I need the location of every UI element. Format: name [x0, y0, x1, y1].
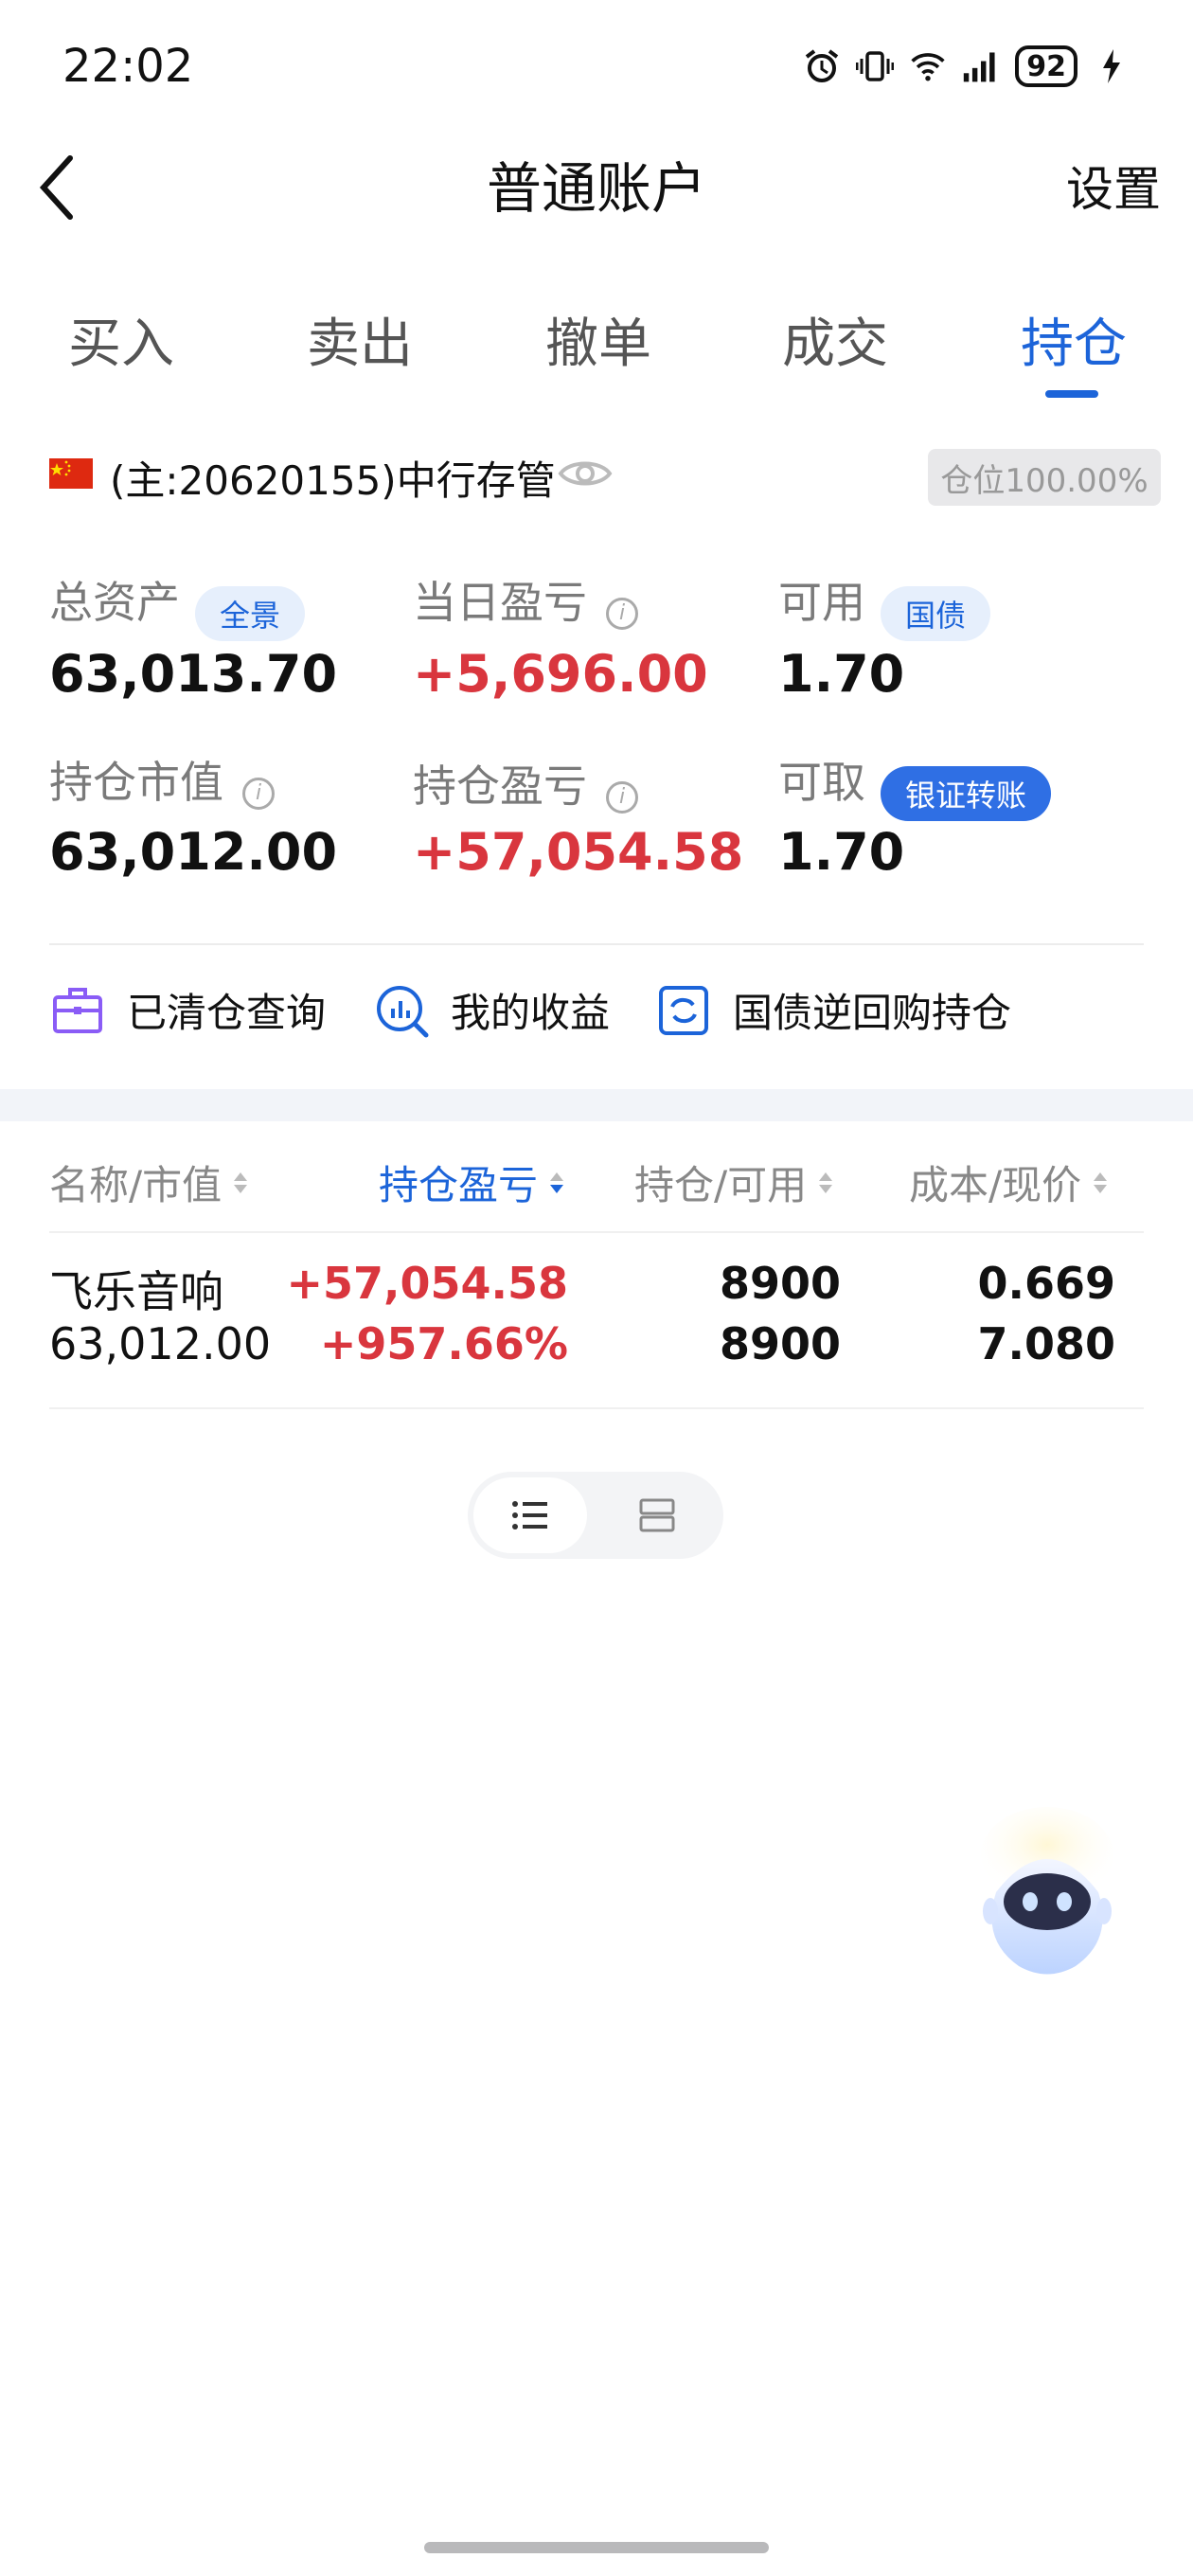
available-block: 可用 国债 — [778, 568, 991, 641]
tab-cancel[interactable]: 撤单 — [545, 301, 651, 378]
available-label: 可用 — [778, 577, 865, 628]
reverse-repo-label: 国债逆回购持仓 — [733, 990, 1012, 1036]
cleared-positions-label: 已清仓查询 — [127, 990, 327, 1036]
tab-bar: 买入 卖出 撤单 成交 持仓 — [0, 301, 1193, 405]
vibrate-icon — [856, 47, 895, 85]
market-value-label: 持仓市值 — [49, 757, 223, 808]
chart-search-icon — [373, 982, 430, 1039]
status-time: 22:02 — [62, 40, 194, 93]
withdrawable-block: 可取 银证转账 — [778, 748, 1052, 821]
treasury-badge[interactable]: 国债 — [881, 585, 991, 641]
available-value: 1.70 — [778, 644, 905, 704]
stock-name: 飞乐音响 — [49, 1266, 223, 1317]
stock-position: 8900 — [719, 1258, 841, 1309]
tab-positions[interactable]: 持仓 — [1021, 301, 1127, 378]
charging-icon — [1093, 47, 1131, 85]
signal-icon — [962, 47, 1000, 85]
table-row[interactable]: 飞乐音响 63,012.00 +57,054.58 +957.66% 8900 … — [0, 1233, 1193, 1407]
daily-pnl-label: 当日盈亏 — [413, 577, 587, 628]
section-divider — [0, 1089, 1193, 1121]
position-ratio-badge: 仓位100.00% — [928, 449, 1161, 506]
daily-pnl-value: +5,696.00 — [413, 644, 708, 704]
sort-icon — [819, 1172, 833, 1193]
exchange-icon — [655, 982, 712, 1039]
position-pnl-block: 持仓盈亏 i — [413, 752, 638, 814]
cleared-positions-link[interactable]: 已清仓查询 — [49, 981, 326, 1039]
tab-deals[interactable]: 成交 — [782, 301, 888, 378]
bank-transfer-button[interactable]: 银证转账 — [881, 765, 1052, 821]
info-icon[interactable]: i — [606, 780, 638, 814]
stock-market-value: 63,012.00 — [49, 1318, 272, 1369]
position-pnl-label: 持仓盈亏 — [413, 760, 587, 812]
total-assets-value: 63,013.70 — [49, 644, 338, 704]
divider — [49, 1407, 1144, 1409]
card-view-icon — [639, 1498, 675, 1532]
sort-desc-icon — [550, 1172, 564, 1193]
total-assets-label: 总资产 — [49, 577, 180, 628]
sort-icon — [1094, 1172, 1108, 1193]
sort-icon — [234, 1172, 248, 1193]
col-header-name[interactable]: 名称/市值 — [49, 1154, 250, 1211]
page-title: 普通账户 — [486, 156, 706, 221]
tab-sell[interactable]: 卖出 — [307, 301, 413, 378]
col-header-position[interactable]: 持仓/可用 — [634, 1154, 835, 1211]
info-icon[interactable]: i — [606, 597, 638, 630]
info-icon[interactable]: i — [242, 777, 275, 810]
card-view-button[interactable] — [600, 1477, 714, 1553]
battery-indicator: 92 — [1015, 45, 1077, 87]
stock-price: 7.080 — [977, 1318, 1115, 1369]
total-assets-block: 总资产 全景 — [49, 568, 306, 641]
my-earnings-link[interactable]: 我的收益 — [373, 981, 610, 1039]
tab-active-indicator — [1045, 390, 1098, 398]
tab-buy[interactable]: 买入 — [68, 301, 174, 378]
stock-pnl-pct: +957.66% — [319, 1318, 568, 1369]
reverse-repo-link[interactable]: 国债逆回购持仓 — [655, 981, 1011, 1039]
divider — [49, 943, 1144, 945]
settings-button[interactable]: 设置 — [1066, 152, 1161, 220]
wifi-icon — [909, 47, 947, 85]
daily-pnl-block: 当日盈亏 i — [413, 568, 638, 631]
list-icon — [512, 1501, 547, 1530]
home-indicator[interactable] — [424, 2542, 769, 2553]
market-value-value: 63,012.00 — [49, 822, 338, 882]
my-earnings-label: 我的收益 — [451, 990, 611, 1036]
stock-cost: 0.669 — [977, 1258, 1115, 1309]
account-label[interactable]: (主:20620155)中行存管 — [110, 449, 556, 507]
china-flag-icon — [49, 458, 93, 489]
list-view-button[interactable] — [473, 1477, 587, 1553]
stock-pnl: +57,054.58 — [286, 1258, 568, 1309]
withdrawable-label: 可取 — [778, 757, 865, 808]
overview-badge[interactable]: 全景 — [195, 585, 306, 641]
col-header-cost[interactable]: 成本/现价 — [909, 1154, 1110, 1211]
briefcase-icon — [49, 982, 106, 1039]
status-icons: 92 — [803, 45, 1131, 87]
alarm-icon — [803, 47, 841, 85]
market-value-block: 持仓市值 i — [49, 748, 275, 811]
eye-icon[interactable] — [557, 453, 614, 494]
col-header-pnl[interactable]: 持仓盈亏 — [379, 1154, 566, 1211]
assistant-robot-icon[interactable] — [971, 1807, 1123, 1987]
stock-available: 8900 — [719, 1318, 841, 1369]
view-toggle — [468, 1472, 723, 1559]
position-pnl-value: +57,054.58 — [413, 822, 744, 882]
withdrawable-value: 1.70 — [778, 822, 905, 882]
